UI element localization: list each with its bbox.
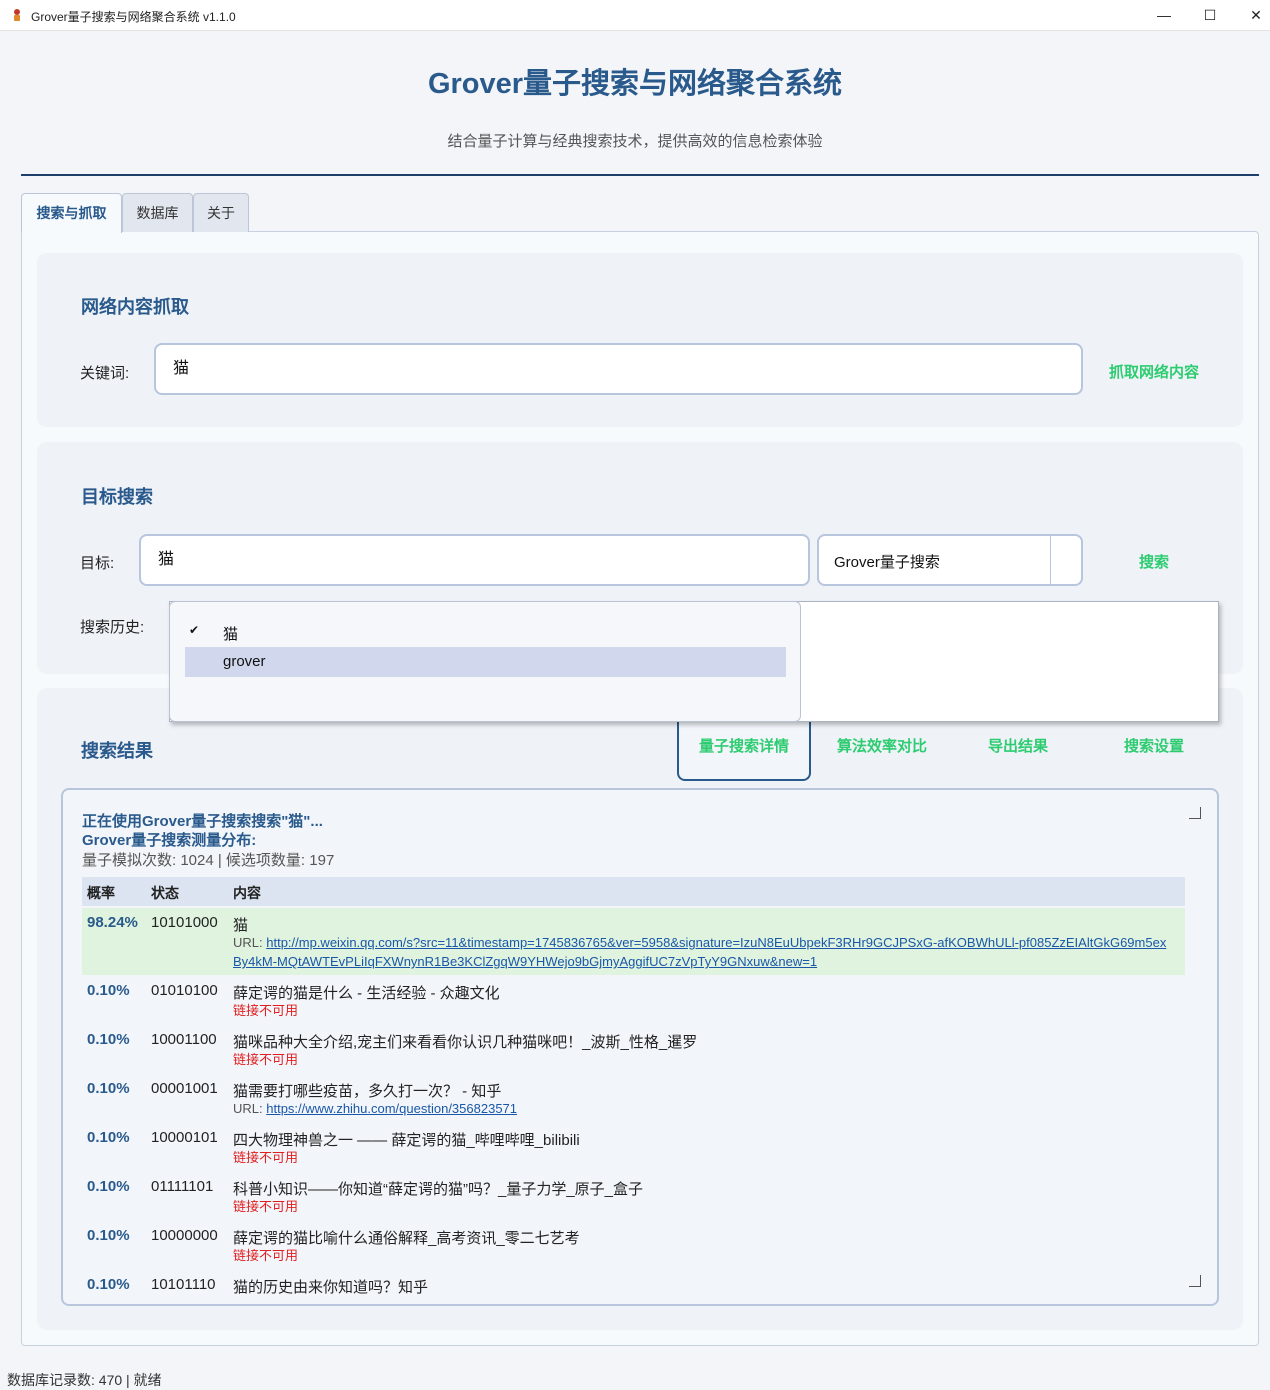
history-item[interactable]: ✔ 猫 xyxy=(185,617,786,647)
row-content: 猫的历史由来你知道吗？知乎 xyxy=(233,1279,429,1296)
url-prefix: URL: xyxy=(233,1101,267,1116)
app-heading: Grover量子搜索与网络聚合系统 xyxy=(427,68,843,100)
row-url: URL: http://mp.weixin.qq.com/s?src=11&ti… xyxy=(233,933,1173,971)
row-url-link[interactable]: http://mp.weixin.qq.com/s?src=11&timesta… xyxy=(233,935,1166,969)
row-probability: 0.10% xyxy=(87,1227,130,1244)
tab-algorithm-comparison[interactable]: 算法效率对比 xyxy=(818,720,946,781)
row-probability: 0.10% xyxy=(87,982,130,999)
window-title: Grover量子搜索与网络聚合系统 v1.1.0 xyxy=(31,10,236,24)
maximize-button[interactable]: ☐ xyxy=(1187,4,1233,26)
results-table-header: 概率 状态 内容 xyxy=(82,877,1185,906)
row-state: 01111101 xyxy=(151,1178,214,1195)
tab-database[interactable]: 数据库 xyxy=(122,193,193,232)
check-icon: ✔ xyxy=(189,623,200,637)
table-row: 0.10% 10000000 薛定谔的猫比喻什么通俗解释_高考资讯_零二七艺考 链接不… xyxy=(82,1222,1185,1271)
row-content: 四大物理神兽之一 —— 薛定谔的猫_哔哩哔哩_bilibili xyxy=(233,1132,580,1149)
row-probability: 0.10% xyxy=(87,1178,130,1195)
keyword-label: 关键词: xyxy=(80,365,130,382)
row-state: 10101000 xyxy=(151,914,218,931)
crawl-card xyxy=(37,253,1243,427)
history-item-label: grover xyxy=(223,653,266,670)
tab-about[interactable]: 关于 xyxy=(193,193,249,232)
crawl-button[interactable]: 抓取网络内容 xyxy=(1098,361,1210,382)
row-probability: 98.24% xyxy=(87,914,138,931)
history-item[interactable]: grover xyxy=(185,647,786,677)
algorithm-select-value: Grover量子搜索 xyxy=(834,554,940,571)
target-label: 目标: xyxy=(80,555,115,572)
minimize-button[interactable]: — xyxy=(1141,4,1187,26)
link-unavailable: 链接不可用 xyxy=(233,1150,299,1165)
tab-quantum-details[interactable]: 量子搜索详情 xyxy=(677,720,811,781)
header-divider xyxy=(21,174,1259,176)
row-content: 猫 xyxy=(233,917,249,934)
row-state: 00001001 xyxy=(151,1080,218,1097)
table-row: 0.10% 10000101 四大物理神兽之一 —— 薛定谔的猫_哔哩哔哩_bili… xyxy=(82,1124,1185,1173)
target-input[interactable]: 猫 xyxy=(139,534,810,586)
row-state: 10000101 xyxy=(151,1129,218,1146)
keyword-input[interactable]: 猫 xyxy=(154,343,1083,395)
row-content: 猫咪品种大全介绍,宠主们来看看你认识几种猫咪吧！_波斯_性格_暹罗 xyxy=(233,1034,698,1051)
row-content: 猫需要打哪些疫苗，多久打一次？ - 知乎 xyxy=(233,1083,502,1100)
app-logo-icon xyxy=(14,9,20,21)
table-row: 0.10% 00001001 猫需要打哪些疫苗，多久打一次？ - 知乎 URL: ht… xyxy=(82,1075,1185,1124)
column-state: 状态 xyxy=(151,885,179,901)
column-content: 内容 xyxy=(233,885,261,901)
distribution-heading: Grover量子搜索测量分布: xyxy=(82,832,257,849)
target-search-title: 目标搜索 xyxy=(81,487,153,507)
simulation-stats: 量子模拟次数: 1024 | 候选项数量: 197 xyxy=(82,852,335,869)
row-state: 01010100 xyxy=(151,982,218,999)
algorithm-select[interactable]: Grover量子搜索 xyxy=(817,534,1083,586)
table-row: 0.10% 10101110 猫的历史由来你知道吗？知乎 xyxy=(82,1271,1185,1301)
row-probability: 0.10% xyxy=(87,1129,130,1146)
search-status-line: 正在使用Grover量子搜索搜索"猫"... xyxy=(82,813,323,830)
history-item-label: 猫 xyxy=(223,626,239,643)
table-row: 0.10% 01111101 科普小知识——你知道“薛定谔的猫”吗？_量子力学_原子… xyxy=(82,1173,1185,1222)
close-button[interactable]: ✕ xyxy=(1233,4,1270,26)
search-button[interactable]: 搜索 xyxy=(1120,551,1188,572)
dropdown-divider xyxy=(1050,536,1051,584)
column-prob: 概率 xyxy=(87,885,115,901)
link-unavailable: 链接不可用 xyxy=(233,1003,299,1018)
status-bar: 数据库记录数: 470 | 就绪 xyxy=(7,1372,162,1388)
row-url: URL: https://www.zhihu.com/question/3568… xyxy=(233,1099,1173,1118)
row-probability: 0.10% xyxy=(87,1080,130,1097)
table-row: 98.24% 10101000 猫 URL: http://mp.weixin.qq.… xyxy=(82,908,1185,975)
row-content: 科普小知识——你知道“薛定谔的猫”吗？_量子力学_原子_盒子 xyxy=(233,1181,644,1198)
row-content: 薛定谔的猫比喻什么通俗解释_高考资讯_零二七艺考 xyxy=(233,1230,580,1247)
row-url-link[interactable]: https://www.zhihu.com/question/356823571 xyxy=(266,1101,517,1116)
tab-search-settings[interactable]: 搜索设置 xyxy=(1102,720,1206,781)
results-section-title: 搜索结果 xyxy=(81,741,153,761)
resize-corner-icon xyxy=(1189,807,1201,819)
link-unavailable: 链接不可用 xyxy=(233,1052,299,1067)
history-label: 搜索历史: xyxy=(80,619,145,636)
app-subtitle: 结合量子计算与经典搜索技术，提供高效的信息检索体验 xyxy=(447,133,823,150)
row-probability: 0.10% xyxy=(87,1276,130,1293)
tab-search-crawl[interactable]: 搜索与抓取 xyxy=(21,193,122,233)
row-state: 10101110 xyxy=(151,1276,216,1293)
table-row: 0.10% 10001100 猫咪品种大全介绍,宠主们来看看你认识几种猫咪吧！_波斯… xyxy=(82,1026,1185,1075)
link-unavailable: 链接不可用 xyxy=(233,1248,299,1263)
window-titlebar: Grover量子搜索与网络聚合系统 v1.1.0 — ☐ ✕ xyxy=(0,0,1270,31)
row-state: 10001100 xyxy=(151,1031,217,1048)
row-state: 10000000 xyxy=(151,1227,218,1244)
tab-export-results[interactable]: 导出结果 xyxy=(966,720,1070,781)
resize-corner-icon xyxy=(1189,1275,1201,1287)
crawl-section-title: 网络内容抓取 xyxy=(81,297,189,317)
row-content: 薛定谔的猫是什么 - 生活经验 - 众趣文化 xyxy=(233,985,500,1002)
link-unavailable: 链接不可用 xyxy=(233,1199,299,1214)
url-prefix: URL: xyxy=(233,935,267,950)
results-output[interactable]: 正在使用Grover量子搜索搜索"猫"... Grover量子搜索测量分布: 量… xyxy=(61,788,1219,1306)
row-probability: 0.10% xyxy=(87,1031,130,1048)
history-list[interactable]: ✔ 猫 grover xyxy=(169,601,801,722)
table-row: 0.10% 01010100 薛定谔的猫是什么 - 生活经验 - 众趣文化 链接不可用 xyxy=(82,977,1185,1026)
